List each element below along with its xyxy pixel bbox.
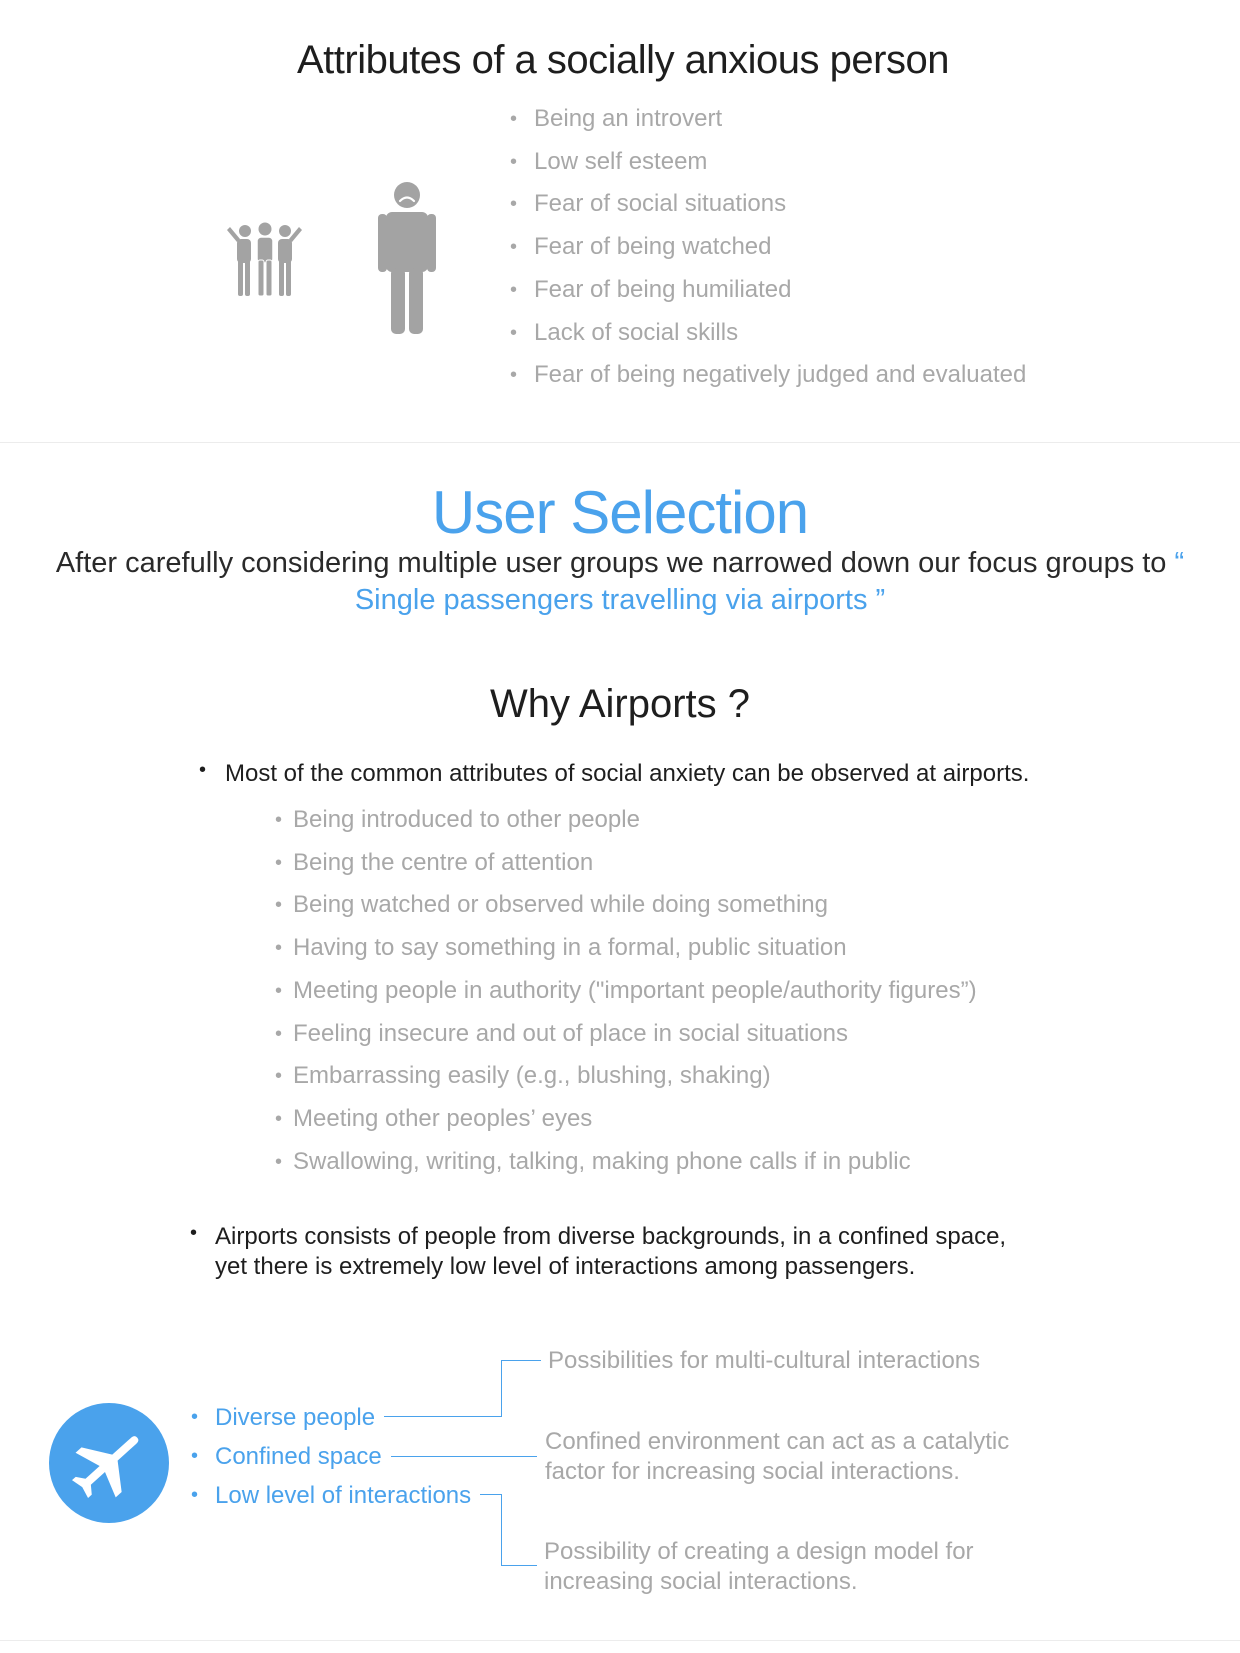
factor-diverse-people: Diverse people xyxy=(191,1398,471,1437)
point-1-text: Most of the common attributes of social … xyxy=(225,760,1030,787)
list-item: Fear of being watched xyxy=(510,226,1026,269)
list-item: Being introduced to other people xyxy=(275,799,977,842)
outcome-design-model: Possibility of creating a design model f… xyxy=(544,1537,974,1597)
outcome-design-model-line-2: increasing social interactions. xyxy=(544,1568,858,1595)
focus-group-text: Single passengers travelling via airport… xyxy=(354,584,886,616)
list-item: Low self esteem xyxy=(510,141,1026,184)
list-item: Embarrassing easily (e.g., blushing, sha… xyxy=(275,1055,977,1098)
list-item: Lack of social skills xyxy=(510,312,1026,355)
connector-line xyxy=(501,1360,541,1361)
outcome-catalytic: Confined environment can act as a cataly… xyxy=(545,1427,1009,1487)
observation-list: Being introduced to other people Being t… xyxy=(275,799,977,1184)
intro-text: After carefully considering multiple use… xyxy=(55,547,1167,579)
list-item: Meeting people in authority ("important … xyxy=(275,970,977,1013)
user-selection-title: User Selection xyxy=(431,479,809,546)
outcome-catalytic-line-1: Confined environment can act as a cataly… xyxy=(545,1428,1010,1455)
point-2-line-1: Airports consists of people from diverse… xyxy=(215,1223,1007,1250)
attribute-list: Being an introvert Low self esteem Fear … xyxy=(510,98,1026,397)
airplane-badge xyxy=(49,1403,169,1523)
list-item: Being the centre of attention xyxy=(275,842,977,885)
outcome-catalytic-line-2: factor for increasing social interaction… xyxy=(545,1458,960,1485)
connector-line xyxy=(384,1416,502,1417)
why-airports-title: Why Airports ? xyxy=(489,682,751,726)
list-item: Feeling insecure and out of place in soc… xyxy=(275,1013,977,1056)
connector-line xyxy=(480,1494,502,1495)
user-selection-intro: After carefully considering multiple use… xyxy=(0,546,1240,580)
outcome-design-model-line-1: Possibility of creating a design model f… xyxy=(544,1538,974,1565)
group-people-icon xyxy=(227,222,302,297)
list-item: Being watched or observed while doing so… xyxy=(275,884,977,927)
factor-low-interactions: Low level of interactions xyxy=(191,1476,471,1515)
outcome-multicultural: Possibilities for multi-cultural interac… xyxy=(548,1347,981,1374)
airplane-icon xyxy=(71,1436,139,1499)
list-item: Swallowing, writing, talking, making pho… xyxy=(275,1141,977,1184)
connector-line xyxy=(391,1456,537,1457)
section-divider xyxy=(0,1640,1240,1641)
list-item: Meeting other peoples’ eyes xyxy=(275,1098,977,1141)
list-item: Fear of being humiliated xyxy=(510,269,1026,312)
list-item: Fear of social situations xyxy=(510,183,1026,226)
list-item: Fear of being negatively judged and eval… xyxy=(510,354,1026,397)
bullet-dot: • xyxy=(190,1222,198,1244)
connector-line xyxy=(501,1360,502,1417)
open-quote: “ xyxy=(1174,547,1185,579)
connector-line xyxy=(501,1494,502,1565)
bullet-dot: • xyxy=(199,759,207,781)
list-item: Having to say something in a formal, pub… xyxy=(275,927,977,970)
point-2-line-2: yet there is extremely low level of inte… xyxy=(215,1253,916,1280)
section-divider xyxy=(0,442,1240,443)
section-title-attributes: Attributes of a socially anxious person xyxy=(297,38,949,82)
sad-person-icon xyxy=(378,182,436,334)
list-item: Being an introvert xyxy=(510,98,1026,141)
connector-line xyxy=(501,1565,537,1566)
